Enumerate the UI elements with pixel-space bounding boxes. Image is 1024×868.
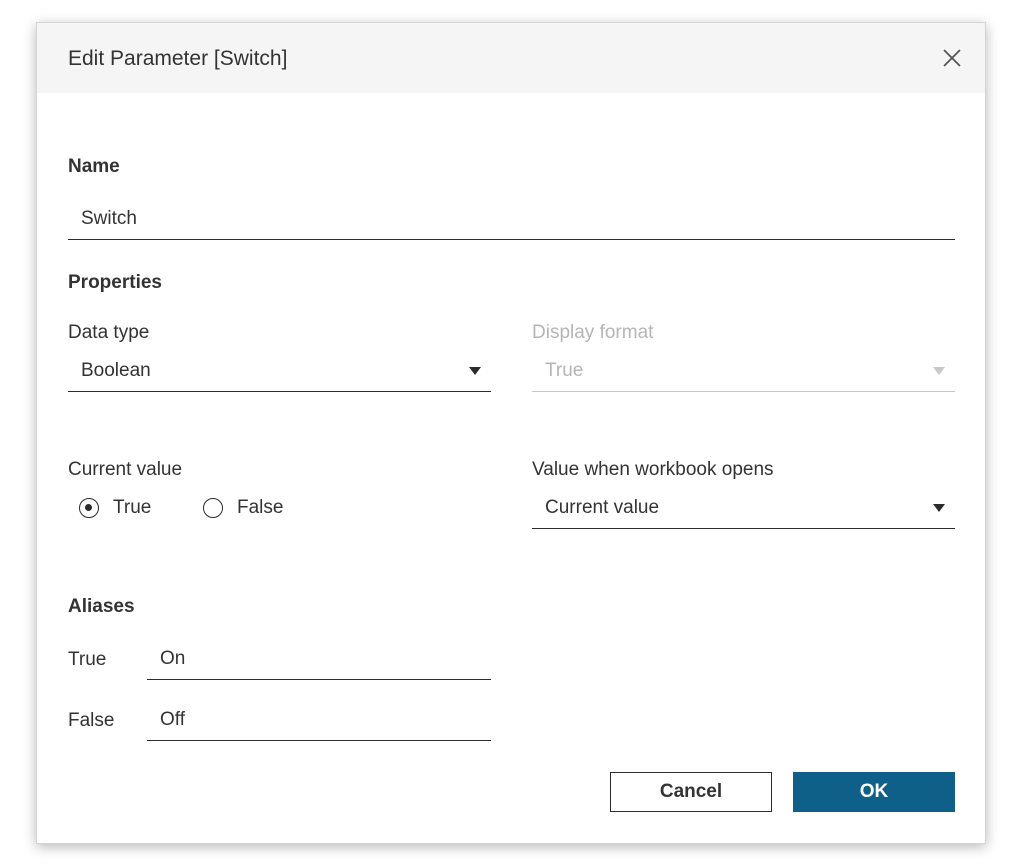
ok-button[interactable]: OK bbox=[793, 772, 955, 812]
radio-true-label: True bbox=[113, 497, 152, 518]
data-type-value: Boolean bbox=[81, 360, 151, 381]
dialog-title: Edit Parameter [Switch] bbox=[68, 47, 288, 70]
caret-down-icon bbox=[933, 367, 945, 375]
cancel-button[interactable]: Cancel bbox=[610, 772, 772, 812]
alias-true-value: On bbox=[160, 648, 186, 669]
data-type-select[interactable]: Boolean bbox=[68, 352, 491, 392]
radio-circle-unchecked bbox=[203, 498, 223, 518]
dialog-titlebar: Edit Parameter [Switch] bbox=[37, 23, 985, 93]
close-button[interactable] bbox=[937, 43, 967, 73]
display-format-select: True bbox=[532, 352, 955, 392]
aliases-heading: Aliases bbox=[68, 596, 135, 617]
name-input-value: Switch bbox=[81, 208, 137, 229]
alias-false-input[interactable]: Off bbox=[147, 701, 491, 741]
radio-false-label: False bbox=[237, 497, 284, 518]
workbook-opens-label: Value when workbook opens bbox=[532, 459, 774, 480]
alias-false-value: Off bbox=[160, 709, 185, 730]
data-type-label: Data type bbox=[68, 322, 150, 343]
radio-dot bbox=[85, 504, 92, 511]
edit-parameter-dialog: Edit Parameter [Switch] Name Switch Prop… bbox=[36, 22, 986, 844]
workbook-opens-value: Current value bbox=[545, 497, 660, 518]
display-format-value: True bbox=[545, 360, 584, 381]
current-value-label: Current value bbox=[68, 459, 183, 480]
alias-true-input[interactable]: On bbox=[147, 640, 491, 680]
display-format-label: Display format bbox=[532, 322, 654, 343]
workbook-opens-select[interactable]: Current value bbox=[532, 489, 955, 529]
caret-down-icon bbox=[933, 504, 945, 512]
radio-circle-checked bbox=[79, 498, 99, 518]
name-heading: Name bbox=[68, 156, 120, 177]
properties-heading: Properties bbox=[68, 272, 162, 293]
alias-true-label: True bbox=[68, 649, 107, 670]
radio-false[interactable]: False bbox=[203, 497, 313, 523]
caret-down-icon bbox=[469, 367, 481, 375]
alias-false-label: False bbox=[68, 710, 115, 731]
close-icon bbox=[943, 49, 961, 67]
radio-true[interactable]: True bbox=[79, 497, 179, 523]
name-input[interactable]: Switch bbox=[68, 200, 955, 240]
